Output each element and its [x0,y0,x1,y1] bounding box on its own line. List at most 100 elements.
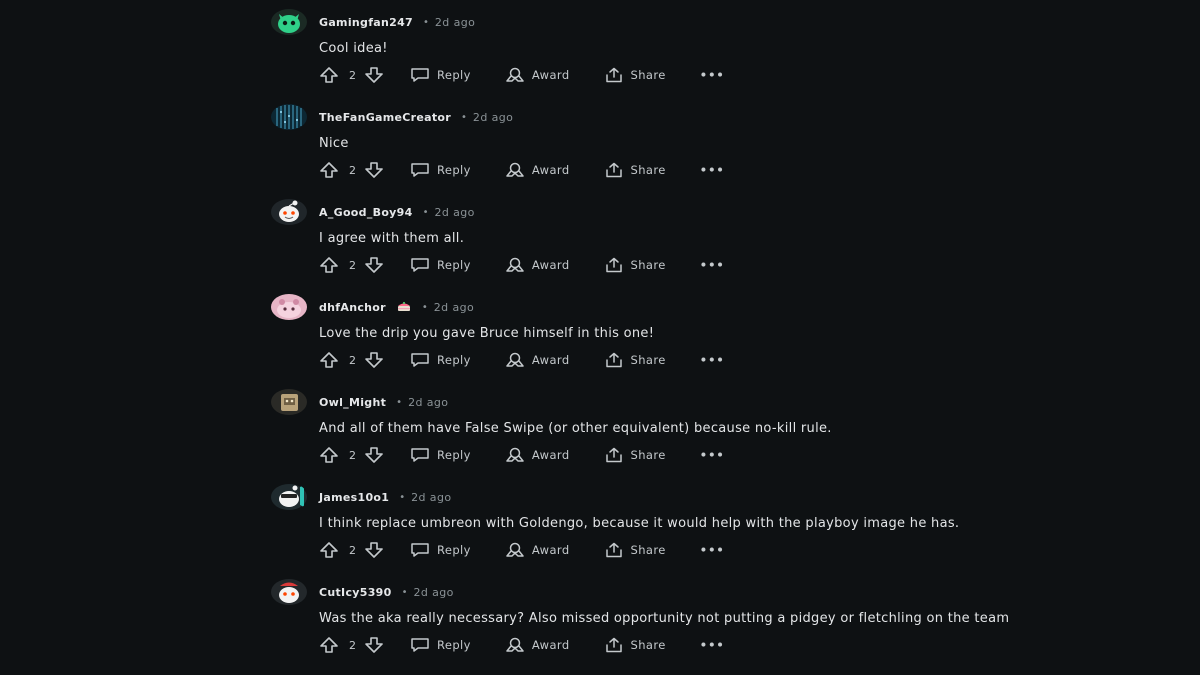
award-icon [505,352,525,368]
reply-button[interactable]: Reply [410,352,471,368]
more-options-button[interactable]: ••• [700,353,725,367]
timestamp[interactable]: 2d ago [434,300,474,316]
award-button[interactable]: Award [505,542,570,558]
comment-actions: 2 Reply Award Share ••• [319,444,725,466]
comment-text: And all of them have False Swipe (or oth… [319,421,832,436]
award-button[interactable]: Award [505,352,570,368]
share-button[interactable]: Share [604,352,666,368]
share-icon [604,162,624,178]
more-options-button[interactable]: ••• [700,543,725,557]
timestamp[interactable]: 2d ago [411,490,451,506]
comment: TheFanGameCreator • 2d ago Nice 2 Reply … [270,103,1130,198]
reply-button[interactable]: Reply [410,542,471,558]
upvote-button[interactable] [319,161,339,179]
more-icon: ••• [699,543,725,557]
more-options-button[interactable]: ••• [700,448,725,462]
avatar[interactable] [270,8,308,36]
downvote-icon [364,351,384,369]
upvote-button[interactable] [319,541,339,559]
username[interactable]: CutIcy5390 [319,585,392,601]
award-icon [505,67,525,83]
comment-actions: 2 Reply Award Share ••• [319,254,725,276]
upvote-button[interactable] [319,256,339,274]
username[interactable]: Owl_Might [319,395,386,411]
award-label: Award [531,353,570,367]
more-icon: ••• [699,353,725,367]
more-icon: ••• [699,163,725,177]
reply-button[interactable]: Reply [410,67,471,83]
comment-text: I agree with them all. [319,231,465,246]
separator-dot: • [399,492,406,503]
vote-count: 2 [349,353,356,367]
timestamp[interactable]: 2d ago [435,15,475,31]
avatar[interactable] [270,103,308,131]
downvote-button[interactable] [364,446,384,464]
share-button[interactable]: Share [604,257,666,273]
downvote-button[interactable] [364,351,384,369]
share-label: Share [630,258,666,272]
upvote-icon [319,66,339,84]
downvote-button[interactable] [364,636,384,654]
award-button[interactable]: Award [505,257,570,273]
more-icon: ••• [699,68,725,82]
reply-button[interactable]: Reply [410,637,471,653]
share-button[interactable]: Share [604,542,666,558]
reply-label: Reply [437,448,471,462]
downvote-button[interactable] [364,256,384,274]
award-button[interactable]: Award [505,447,570,463]
share-label: Share [630,448,666,462]
award-button[interactable]: Award [505,637,570,653]
comment-text: I think replace umbreon with Goldengo, b… [319,516,960,531]
username[interactable]: TheFanGameCreator [319,110,451,126]
share-button[interactable]: Share [604,162,666,178]
user-flair [396,300,412,317]
downvote-button[interactable] [364,541,384,559]
share-label: Share [630,353,666,367]
more-options-button[interactable]: ••• [700,258,725,272]
comment-actions: 2 Reply Award Share ••• [319,539,725,561]
downvote-button[interactable] [364,161,384,179]
timestamp[interactable]: 2d ago [408,395,448,411]
timestamp[interactable]: 2d ago [434,205,474,221]
share-icon [604,447,624,463]
separator-dot: • [461,112,467,123]
award-label: Award [531,448,570,462]
share-button[interactable]: Share [604,447,666,463]
reply-button[interactable]: Reply [410,257,471,273]
avatar[interactable] [270,483,308,511]
award-button[interactable]: Award [505,162,570,178]
username[interactable]: dhfAnchor [319,300,386,316]
upvote-button[interactable] [319,66,339,84]
downvote-icon [364,636,384,654]
reply-button[interactable]: Reply [410,162,471,178]
upvote-button[interactable] [319,636,339,654]
reply-icon [410,352,430,368]
reply-icon [410,162,430,178]
upvote-button[interactable] [319,446,339,464]
more-options-button[interactable]: ••• [700,163,725,177]
username[interactable]: Gamingfan247 [319,15,413,31]
more-icon: ••• [699,258,725,272]
comment-actions: 2 Reply Award Share ••• [319,634,725,656]
avatar[interactable] [270,578,308,606]
reply-button[interactable]: Reply [410,447,471,463]
username[interactable]: A_Good_Boy94 [319,205,413,221]
upvote-icon [319,256,339,274]
share-button[interactable]: Share [604,637,666,653]
vote-count: 2 [349,163,356,177]
share-button[interactable]: Share [604,67,666,83]
reply-icon [410,447,430,463]
more-options-button[interactable]: ••• [700,638,725,652]
timestamp[interactable]: 2d ago [473,110,513,126]
upvote-button[interactable] [319,351,339,369]
avatar[interactable] [270,198,308,226]
award-button[interactable]: Award [505,67,570,83]
avatar[interactable] [270,388,308,416]
username[interactable]: James10o1 [319,490,389,506]
avatar[interactable] [270,293,308,321]
timestamp[interactable]: 2d ago [413,585,453,601]
more-options-button[interactable]: ••• [700,68,725,82]
share-icon [604,542,624,558]
downvote-button[interactable] [364,66,384,84]
separator-dot: • [422,207,429,218]
